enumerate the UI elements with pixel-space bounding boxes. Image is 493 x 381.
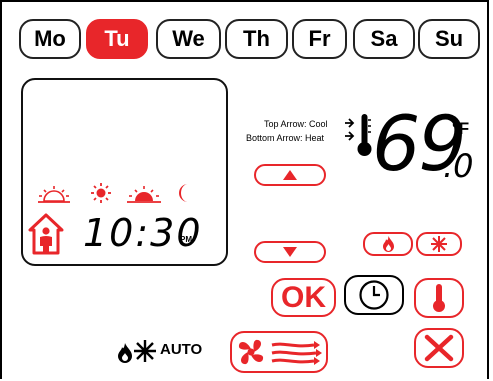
day-label: Su [434, 26, 464, 51]
day-label: Th [243, 26, 270, 51]
fan-icon [238, 339, 322, 365]
thermometer-set-icon [433, 284, 445, 312]
day-label: Tu [104, 26, 130, 51]
sunrise-icon [38, 186, 70, 203]
ok-label: OK [281, 280, 326, 314]
day-label: Mo [34, 26, 66, 51]
close-icon [424, 334, 454, 362]
day-button-sa[interactable]: Sa [353, 19, 415, 59]
ampm-indicator: PM [180, 235, 192, 244]
thermometer-icon [357, 114, 372, 156]
ok-button[interactable]: OK [271, 278, 336, 317]
schedule-clock-button[interactable] [344, 275, 404, 315]
legend-heat: Bottom Arrow: Heat [246, 133, 325, 143]
snowflake-indicator-icon [134, 340, 156, 362]
flame-icon [382, 236, 394, 252]
heat-down-button[interactable] [254, 241, 326, 263]
time-display: 10:30 [83, 211, 203, 255]
day-button-su[interactable]: Su [418, 19, 480, 59]
day-label: Fr [308, 26, 331, 51]
down-arrow-icon [283, 247, 297, 257]
snowflake-icon [431, 236, 447, 252]
temperature-decimal: .0 [443, 147, 474, 185]
auto-mode-label: AUTO [160, 341, 203, 358]
day-button-fr[interactable]: Fr [292, 19, 347, 59]
day-button-tu[interactable]: Tu [86, 19, 148, 59]
fan-button[interactable] [230, 331, 328, 373]
up-arrow-icon [283, 170, 297, 180]
legend-arrows-icon [345, 118, 355, 141]
cool-up-button[interactable] [254, 164, 326, 186]
flame-indicator-icon [118, 343, 132, 363]
day-label: Sa [370, 26, 398, 51]
moon-icon [179, 184, 188, 202]
sun-icon [91, 183, 111, 203]
sunset-icon [127, 186, 161, 203]
day-button-mo[interactable]: Mo [19, 19, 81, 59]
temperature-unit: °F [452, 119, 470, 138]
day-button-we[interactable]: We [156, 19, 221, 59]
clock-icon [359, 280, 389, 310]
cancel-button[interactable] [414, 328, 464, 368]
cool-mode-button[interactable] [416, 232, 462, 256]
legend-cool: Top Arrow: Cool [264, 119, 328, 129]
day-button-th[interactable]: Th [225, 19, 288, 59]
temperature-set-button[interactable] [414, 278, 464, 318]
day-label: We [172, 26, 205, 51]
heat-mode-button[interactable] [363, 232, 413, 256]
person-in-house-icon [28, 213, 64, 255]
